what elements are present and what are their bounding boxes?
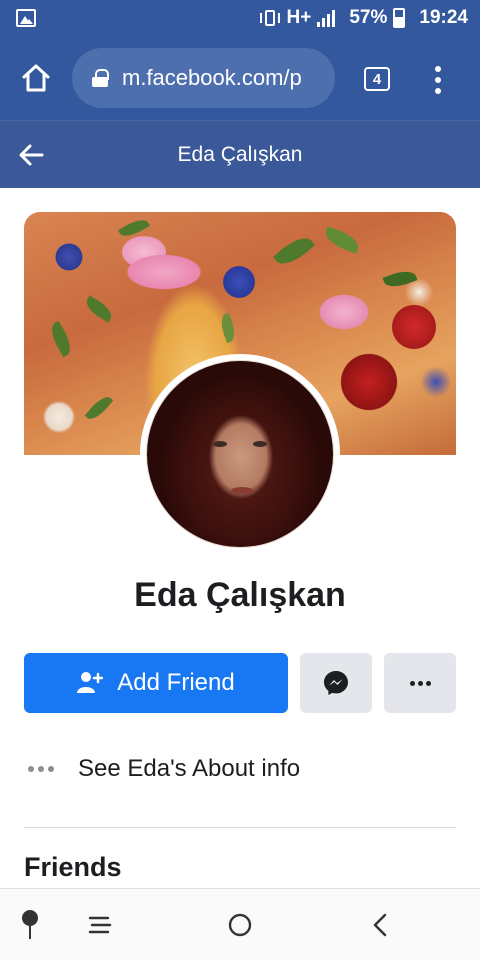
signal-icon: [317, 9, 336, 27]
status-indicators: H+ 57% 19:24: [259, 0, 468, 36]
avatar[interactable]: [146, 360, 334, 548]
network-type: H+: [286, 7, 312, 28]
nav-back-button[interactable]: [350, 889, 410, 960]
battery-icon: [393, 8, 406, 28]
message-button[interactable]: [300, 653, 372, 713]
about-label: See Eda's About info: [78, 755, 301, 782]
browser-menu-icon[interactable]: [431, 66, 445, 94]
browser-toolbar: m.facebook.com/p 4: [0, 36, 480, 120]
clock: 19:24: [419, 7, 468, 28]
lock-icon: [92, 69, 109, 87]
profile-name: Eda Çalışkan: [134, 576, 346, 614]
home-circle-icon: [228, 913, 252, 937]
status-bar: H+ 57% 19:24: [0, 0, 480, 36]
tab-switcher-button[interactable]: 4: [364, 67, 390, 91]
image-icon: [16, 9, 36, 27]
battery-percent: 57%: [349, 7, 388, 28]
pin-icon: [22, 910, 38, 939]
page-title: Eda Çalışkan: [177, 143, 303, 166]
menu-icon: [88, 916, 112, 934]
add-person-icon: [77, 672, 104, 693]
tab-count: 4: [372, 70, 382, 88]
more-options-button[interactable]: [384, 653, 456, 713]
nav-pin-button[interactable]: [0, 889, 60, 960]
system-navigation-bar: [0, 888, 480, 960]
page-header: Eda Çalışkan: [0, 120, 480, 188]
url-text: m.facebook.com/p: [122, 65, 302, 90]
friends-heading: Friends: [24, 852, 122, 882]
vibrate-icon: [259, 8, 281, 28]
more-dots-icon: [409, 680, 431, 686]
nav-menu-button[interactable]: [70, 889, 130, 960]
dots-icon: [28, 766, 58, 772]
messenger-icon: [324, 671, 348, 695]
add-friend-button[interactable]: Add Friend: [24, 653, 288, 713]
home-icon[interactable]: [20, 62, 52, 94]
nav-home-button[interactable]: [210, 889, 270, 960]
about-info-link[interactable]: See Eda's About info: [24, 740, 456, 798]
url-bar[interactable]: m.facebook.com/p: [72, 48, 335, 108]
divider: [24, 827, 456, 828]
back-chevron-icon: [373, 913, 387, 937]
add-friend-label: Add Friend: [117, 669, 235, 696]
